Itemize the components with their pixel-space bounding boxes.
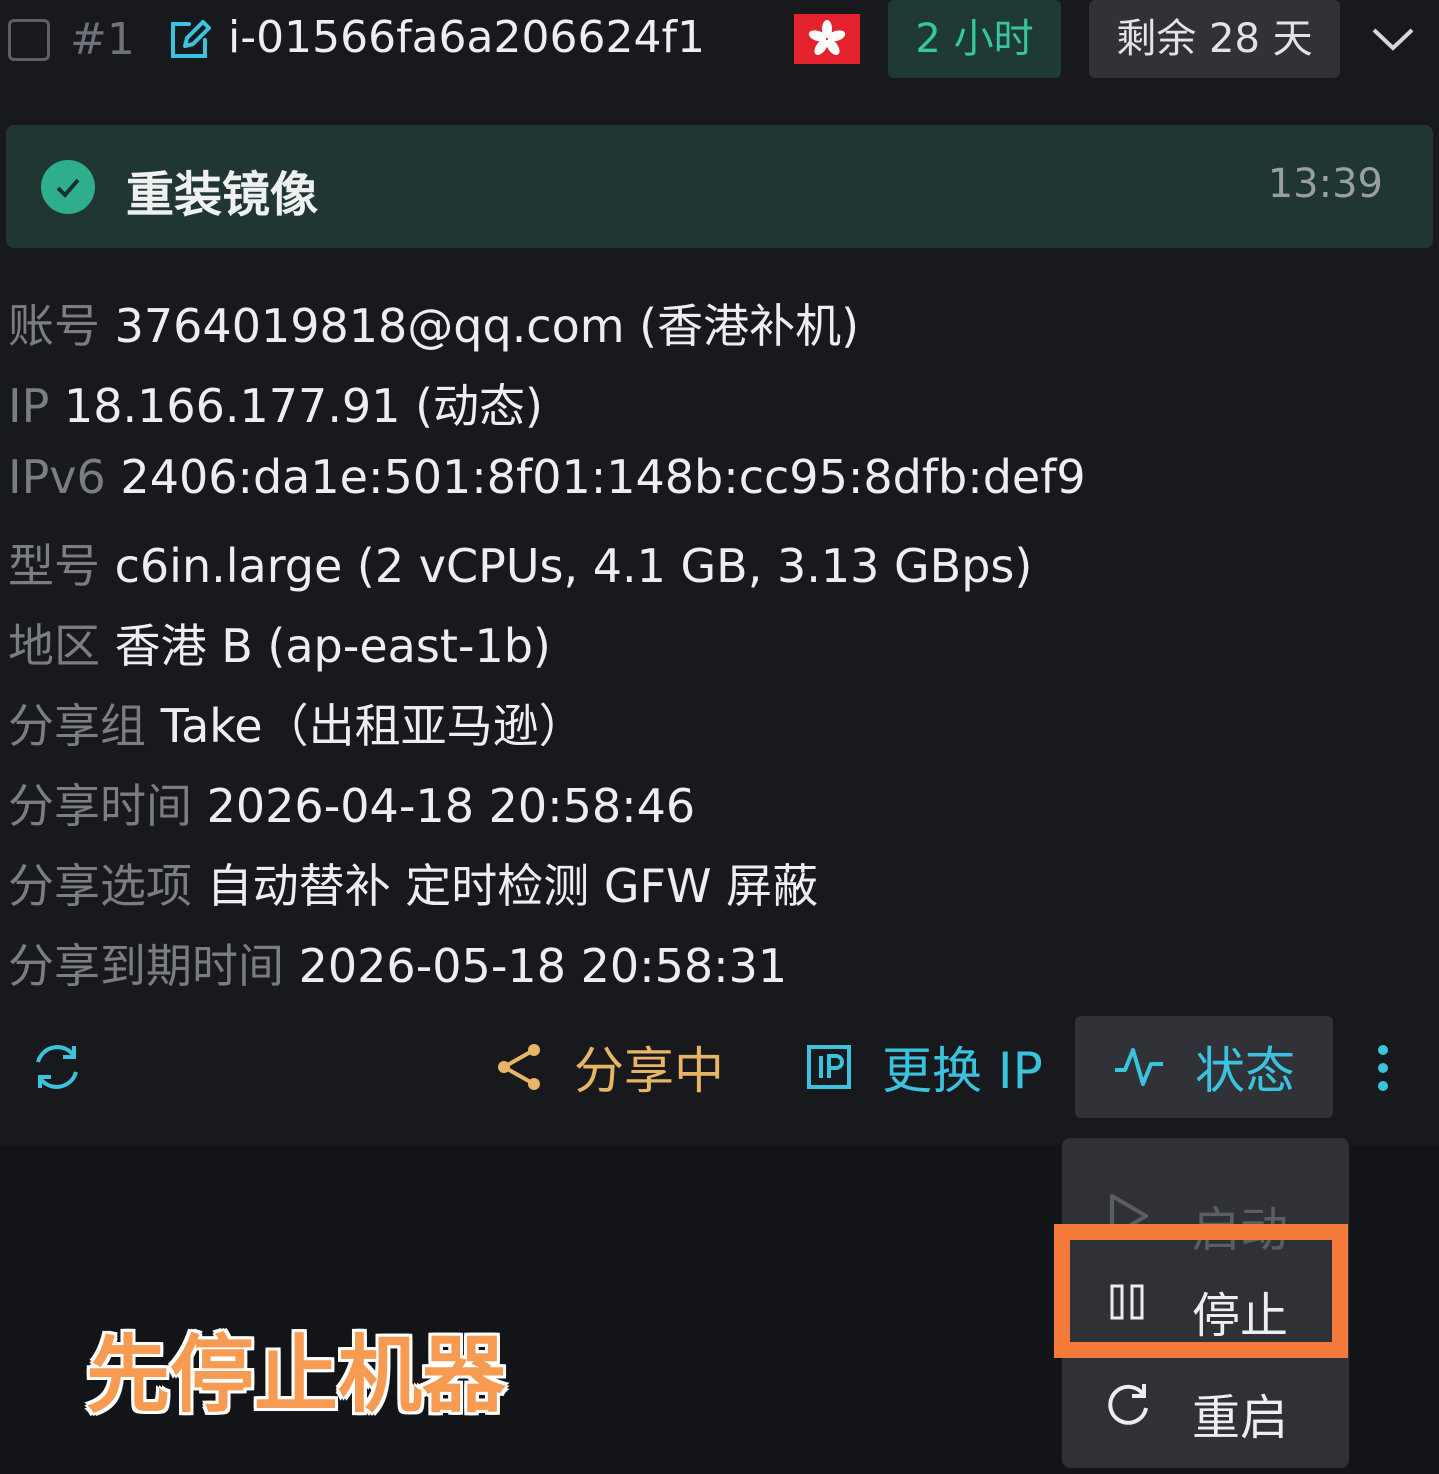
info-row-share-group: 分享组 Take（出租亚马逊）: [8, 690, 585, 756]
instance-card: #1 i-01566fa6a206624f1 2 小时 剩余 28 天 重装镜像…: [0, 0, 1439, 1145]
annotation-text: 先停止机器: [86, 1326, 507, 1424]
task-status-banner: 重装镜像 13:39: [6, 125, 1433, 248]
info-row-ip: IP 18.166.177.91 (动态): [8, 370, 543, 436]
info-value: 2406:da1e:501:8f01:148b:cc95:8dfb:def9: [120, 450, 1086, 504]
info-row-share-expiry: 分享到期时间 2026-05-18 20:58:31: [8, 930, 787, 996]
info-value: 2026-05-18 20:58:31: [298, 939, 788, 993]
action-bar: 分享中 更换 IP 状态: [0, 1016, 1439, 1118]
info-value: 自动替补 定时检测 GFW 屏蔽: [206, 859, 819, 913]
info-row-share-time: 分享时间 2026-04-18 20:58:46: [8, 770, 695, 836]
info-value: c6in.large (2 vCPUs, 4.1 GB, 3.13 GBps): [114, 539, 1033, 593]
info-label: 账号: [8, 299, 100, 353]
menu-item-label: 重启: [1192, 1390, 1289, 1446]
remaining-days-tag: 剩余 28 天: [1089, 0, 1340, 78]
edit-icon[interactable]: [165, 16, 213, 64]
status-button[interactable]: 状态: [1075, 1016, 1333, 1118]
stop-highlight-box: [1054, 1224, 1348, 1358]
hong-kong-flag-icon: [794, 14, 860, 64]
info-label: 分享到期时间: [8, 939, 284, 993]
card-header: #1 i-01566fa6a206624f1 2 小时 剩余 28 天: [0, 0, 1439, 82]
info-value: 3764019818@qq.com (香港补机): [114, 299, 860, 353]
ip-icon: [807, 1045, 851, 1089]
info-label: 分享时间: [8, 779, 192, 833]
change-ip-label: 更换 IP: [882, 1042, 1043, 1100]
info-row-region: 地区 香港 B (ap-east-1b): [8, 610, 551, 676]
task-name: 重装镜像: [126, 167, 319, 223]
info-row-model: 型号 c6in.large (2 vCPUs, 4.1 GB, 3.13 GBp…: [8, 530, 1032, 596]
refresh-icon[interactable]: [30, 1040, 84, 1094]
menu-item-restart[interactable]: 重启: [1062, 1356, 1349, 1456]
instance-id[interactable]: i-01566fa6a206624f1: [228, 12, 705, 63]
info-label: IP: [8, 379, 50, 433]
info-value: Take（出租亚马逊）: [160, 699, 585, 753]
share-label: 分享中: [574, 1042, 724, 1100]
chevron-down-icon[interactable]: [1370, 20, 1416, 58]
info-label: 分享组: [8, 699, 146, 753]
info-label: IPv6: [8, 450, 106, 504]
task-time: 13:39: [1267, 161, 1383, 207]
change-ip-button[interactable]: 更换 IP: [806, 1016, 1043, 1118]
info-row-account: 账号 3764019818@qq.com (香港补机): [8, 290, 859, 356]
share-button[interactable]: 分享中: [494, 1016, 724, 1118]
info-row-ipv6: IPv6 2406:da1e:501:8f01:148b:cc95:8dfb:d…: [8, 450, 1086, 504]
info-value: 香港 B (ap-east-1b): [114, 619, 551, 673]
info-label: 型号: [8, 539, 100, 593]
info-label: 分享选项: [8, 859, 192, 913]
info-row-share-options: 分享选项 自动替补 定时检测 GFW 屏蔽: [8, 850, 818, 916]
check-circle-icon: [41, 160, 95, 214]
restart-icon: [1108, 1384, 1148, 1425]
select-checkbox[interactable]: [8, 19, 50, 61]
more-vertical-icon[interactable]: [1372, 1044, 1394, 1092]
share-icon: [498, 1044, 540, 1090]
status-label: 状态: [1195, 1042, 1295, 1100]
info-value: 2026-04-18 20:58:46: [206, 779, 696, 833]
info-value: 18.166.177.91 (动态): [63, 379, 543, 433]
uptime-tag: 2 小时: [888, 0, 1061, 78]
instance-index: #1: [70, 14, 135, 65]
info-label: 地区: [8, 619, 100, 673]
activity-icon: [1115, 1048, 1163, 1086]
